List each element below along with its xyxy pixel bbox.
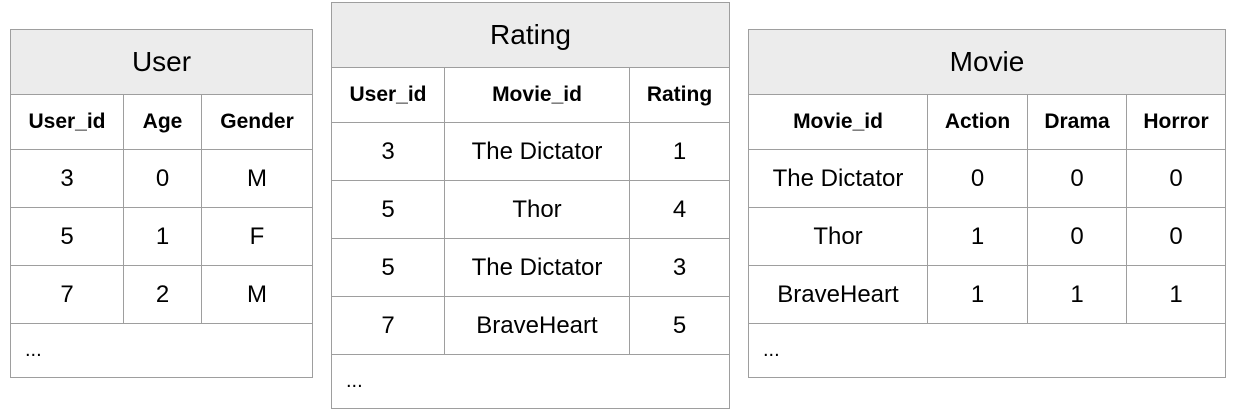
rating-cell-movie-id: The Dictator — [445, 123, 630, 180]
user-cell-user-id: 3 — [11, 150, 124, 207]
table-row: Thor 1 0 0 — [749, 208, 1225, 266]
table-row: 3 0 M — [11, 150, 312, 208]
user-cell-user-id: 5 — [11, 208, 124, 265]
rating-table-ellipsis: ... — [346, 370, 363, 392]
table-row: BraveHeart 1 1 1 — [749, 266, 1225, 324]
rating-cell-movie-id: Thor — [445, 181, 630, 238]
rating-cell-user-id: 5 — [332, 181, 445, 238]
movie-header-horror: Horror — [1143, 110, 1209, 133]
table-row: 3 The Dictator 1 — [332, 123, 729, 181]
movie-cell-horror: 1 — [1169, 280, 1183, 308]
rating-cell-rating: 5 — [672, 311, 687, 339]
movie-table-title: Movie — [749, 30, 1225, 95]
movie-cell-action: 1 — [928, 266, 1028, 323]
movie-table-ellipsis: ... — [763, 339, 780, 361]
rating-cell-movie-id: The Dictator — [445, 239, 630, 296]
user-cell-gender: F — [249, 222, 265, 250]
movie-cell-horror: 0 — [1169, 222, 1183, 250]
movie-cell-action: 1 — [928, 208, 1028, 265]
rating-cell-user-id: 3 — [332, 123, 445, 180]
movie-cell-drama: 0 — [1028, 150, 1127, 207]
table-row: 7 2 M — [11, 266, 312, 324]
movie-cell-drama: 1 — [1028, 266, 1127, 323]
user-cell-user-id: 7 — [11, 266, 124, 323]
user-cell-age: 2 — [124, 266, 202, 323]
user-header-age: Age — [124, 95, 202, 149]
user-table-header-row: User_id Age Gender — [11, 95, 312, 150]
user-cell-gender: M — [247, 280, 267, 308]
rating-cell-rating: 4 — [672, 195, 687, 223]
rating-table-header-row: User_id Movie_id Rating — [332, 68, 729, 123]
movie-header-action: Action — [928, 95, 1028, 149]
rating-cell-rating: 1 — [672, 137, 687, 165]
user-cell-gender: M — [247, 164, 267, 192]
movie-header-movie-id: Movie_id — [749, 95, 928, 149]
movie-cell-movie-id: The Dictator — [749, 150, 928, 207]
table-row: 5 Thor 4 — [332, 181, 729, 239]
rating-cell-movie-id: BraveHeart — [445, 297, 630, 354]
movie-cell-drama: 0 — [1028, 208, 1127, 265]
user-cell-age: 1 — [124, 208, 202, 265]
movie-cell-action: 0 — [928, 150, 1028, 207]
movie-cell-movie-id: Thor — [749, 208, 928, 265]
table-row: 5 1 F — [11, 208, 312, 266]
rating-header-user-id: User_id — [332, 68, 445, 122]
rating-cell-user-id: 7 — [332, 297, 445, 354]
table-row: 7 BraveHeart 5 — [332, 297, 729, 355]
user-header-user-id: User_id — [11, 95, 124, 149]
rating-table: Rating User_id Movie_id Rating 3 The Dic… — [331, 2, 730, 409]
table-row: The Dictator 0 0 0 — [749, 150, 1225, 208]
user-cell-age: 0 — [124, 150, 202, 207]
user-header-gender: Gender — [220, 110, 294, 133]
table-row: 5 The Dictator 3 — [332, 239, 729, 297]
rating-cell-user-id: 5 — [332, 239, 445, 296]
movie-cell-movie-id: BraveHeart — [749, 266, 928, 323]
user-table: User User_id Age Gender 3 0 M 5 1 F 7 2 … — [10, 29, 313, 378]
rating-table-title: Rating — [332, 3, 729, 68]
movie-header-drama: Drama — [1028, 95, 1127, 149]
user-table-ellipsis: ... — [25, 339, 42, 361]
movie-table: Movie Movie_id Action Drama Horror The D… — [748, 29, 1226, 378]
movie-cell-horror: 0 — [1169, 164, 1183, 192]
movie-table-header-row: Movie_id Action Drama Horror — [749, 95, 1225, 150]
rating-header-movie-id: Movie_id — [445, 68, 630, 122]
rating-header-rating: Rating — [646, 83, 713, 106]
user-table-title: User — [11, 30, 312, 95]
rating-cell-rating: 3 — [672, 253, 687, 281]
